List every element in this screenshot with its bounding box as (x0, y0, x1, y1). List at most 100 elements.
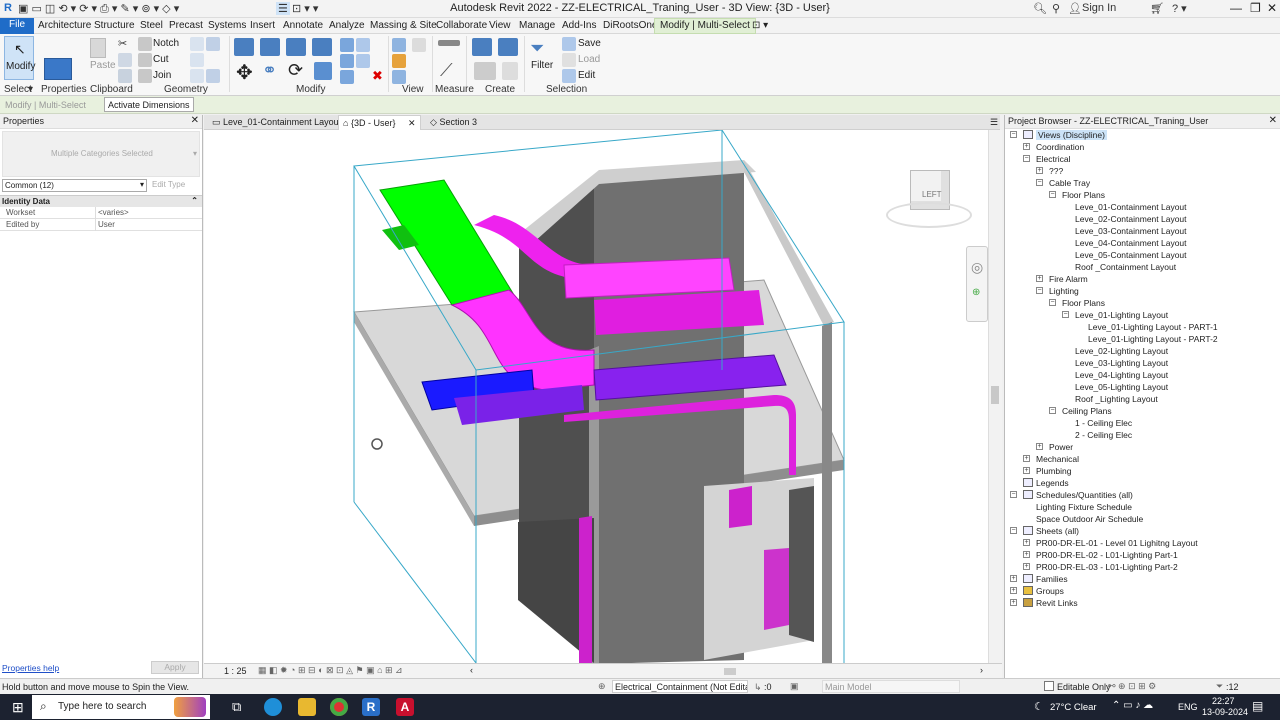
edge-browser-icon[interactable] (264, 698, 282, 716)
browser-item[interactable]: + Power (1005, 441, 1280, 453)
demolish-icon[interactable] (206, 37, 220, 51)
collapse-toggle-icon[interactable]: − (1049, 191, 1056, 198)
tab-massing-site[interactable]: Massing & Site (370, 20, 437, 31)
tab-insert[interactable]: Insert (250, 20, 275, 31)
search-icon[interactable]: 🔍︎ (1033, 2, 1047, 15)
dimension-icon[interactable]: ⟋ (440, 60, 453, 81)
wall-joins-icon[interactable] (190, 37, 204, 51)
collapse-toggle-icon[interactable]: − (1023, 155, 1030, 162)
clock-date[interactable]: 13-09-2024 (1202, 707, 1248, 717)
maximize-button[interactable]: ❐ (1250, 1, 1261, 15)
task-view-icon[interactable]: ⧉ (232, 699, 241, 715)
collapse-toggle-icon[interactable]: − (1036, 179, 1043, 186)
browser-item[interactable]: 2 - Ceiling Elec (1005, 429, 1280, 441)
expand-toggle-icon[interactable]: + (1036, 443, 1043, 450)
copy-icon[interactable] (118, 53, 132, 67)
filter-icon[interactable]: ⏷ (530, 38, 544, 59)
browser-item[interactable]: + Fire Alarm (1005, 273, 1280, 285)
expand-toggle-icon[interactable]: + (1036, 167, 1043, 174)
binoculars-icon[interactable]: ⚲ (1052, 2, 1060, 15)
user-icon[interactable]: 👤︎ (1068, 2, 1082, 15)
notch-button[interactable]: Notch (153, 38, 179, 49)
hide-element-icon[interactable] (392, 38, 406, 52)
split-face-icon[interactable] (190, 53, 204, 67)
selection-options-icons[interactable]: ⚯ ⊕ ⊡ ⊞ ⚙ (1108, 681, 1156, 692)
close-button[interactable]: ✕ (1267, 1, 1277, 15)
browser-item[interactable]: − Lighting (1005, 285, 1280, 297)
tab-file[interactable]: File (0, 18, 35, 34)
cut-geometry-icon[interactable] (138, 53, 152, 67)
create-parts-icon[interactable] (498, 38, 518, 56)
load-selection-button[interactable]: Load (578, 54, 600, 65)
3d-model-view[interactable] (204, 130, 988, 663)
browser-item[interactable]: + Coordination (1005, 141, 1280, 153)
collapse-toggle-icon[interactable]: − (1036, 287, 1043, 294)
close-icon[interactable]: ✕ (1269, 115, 1277, 126)
copy-element-icon[interactable]: ⚭ (262, 60, 277, 81)
scroll-right-icon[interactable]: › (980, 665, 983, 675)
collapse-toggle-icon[interactable]: − (1049, 299, 1056, 306)
property-row-edited-by[interactable]: Edited by User (0, 219, 202, 231)
expand-toggle-icon[interactable]: + (1023, 551, 1030, 558)
riser-magenta-right[interactable] (764, 548, 789, 630)
property-value[interactable]: User (98, 220, 115, 229)
expand-toggle-icon[interactable]: + (1023, 467, 1030, 474)
edit-type-button[interactable]: Edit Type (152, 180, 185, 189)
browser-item[interactable]: Leve_01-Lighting Layout - PART-2 (1005, 333, 1280, 345)
revit-taskbar-icon[interactable]: R (362, 698, 380, 716)
collapse-toggle-icon[interactable]: − (1049, 407, 1056, 414)
browser-item[interactable]: − Leve_01-Lighting Layout (1005, 309, 1280, 321)
browser-item[interactable]: Leve_02-Lighting Layout (1005, 345, 1280, 357)
clock-time[interactable]: 22:27 (1212, 696, 1235, 706)
workset-dropdown[interactable]: Electrical_Containment (Not Editab (612, 680, 748, 693)
tab-view[interactable]: View (489, 20, 511, 31)
close-icon[interactable]: ✕ (191, 115, 199, 126)
browser-item[interactable]: − Floor Plans (1005, 297, 1280, 309)
tab-dirootsone[interactable]: DiRootsOne (603, 20, 657, 31)
minimize-button[interactable]: — (1230, 1, 1242, 15)
expand-toggle-icon[interactable]: + (1036, 275, 1043, 282)
browser-item[interactable]: − Floor Plans (1005, 189, 1280, 201)
filter-button[interactable]: Filter (531, 60, 553, 71)
browser-item[interactable]: Leve_03-Lighting Layout (1005, 357, 1280, 369)
tab-steel[interactable]: Steel (140, 20, 163, 31)
apply-button[interactable]: Apply (151, 661, 199, 674)
tab-precast[interactable]: Precast (169, 20, 203, 31)
browser-item[interactable]: Leve_05-Containment Layout (1005, 249, 1280, 261)
cut-button[interactable]: Cut (153, 54, 169, 65)
design-options-icon[interactable]: ▣ (790, 681, 799, 692)
linework-icon[interactable] (392, 70, 406, 84)
browser-item[interactable]: +??? (1005, 165, 1280, 177)
rotate-icon[interactable]: ⟳ (288, 60, 303, 81)
browser-item[interactable]: + Families (1005, 573, 1280, 585)
similar-icon[interactable] (502, 62, 518, 80)
browser-item[interactable]: − Views (Discipline) (1005, 129, 1280, 141)
browser-item[interactable]: + PR00-DR-EL-02 - L01-Lighting Part-1 (1005, 549, 1280, 561)
unpin-icon[interactable] (356, 38, 370, 52)
split-with-gap-icon[interactable] (356, 54, 370, 68)
browser-item[interactable]: + Mechanical (1005, 453, 1280, 465)
scroll-left-icon[interactable]: ‹ (470, 665, 473, 675)
create-assembly-icon[interactable] (472, 38, 492, 56)
weather-text[interactable]: 27°C Clear (1050, 702, 1097, 713)
scrollbar-thumb[interactable] (991, 386, 999, 404)
close-tab-icon[interactable]: ✕ (408, 118, 416, 128)
steering-wheel-icon[interactable]: ◎ (971, 259, 983, 276)
browser-item[interactable]: − Schedules/Quantities (all) (1005, 489, 1280, 501)
browser-item[interactable]: Roof _Containment Layout (1005, 261, 1280, 273)
property-value[interactable]: <varies> (98, 208, 129, 217)
notifications-icon[interactable]: ▤ (1252, 699, 1263, 713)
type-selector[interactable]: Multiple Categories Selected ▾ (2, 131, 200, 177)
file-explorer-icon[interactable] (298, 698, 316, 716)
modify-button[interactable]: ↖ Modify (4, 36, 35, 80)
measure-distance-icon[interactable] (438, 40, 460, 46)
mirror-draw-axis-icon[interactable] (312, 38, 332, 56)
riser-magenta-left[interactable] (579, 516, 592, 663)
expand-toggle-icon[interactable]: + (1010, 575, 1017, 582)
browser-item[interactable]: Legends (1005, 477, 1280, 489)
windows-start-icon[interactable]: ⊞ (12, 699, 24, 716)
tab-structure[interactable]: Structure (94, 20, 135, 31)
tab-manage[interactable]: Manage (519, 20, 555, 31)
activate-dimensions-button[interactable]: Activate Dimensions (104, 97, 194, 112)
browser-item[interactable]: 1 - Ceiling Elec (1005, 417, 1280, 429)
